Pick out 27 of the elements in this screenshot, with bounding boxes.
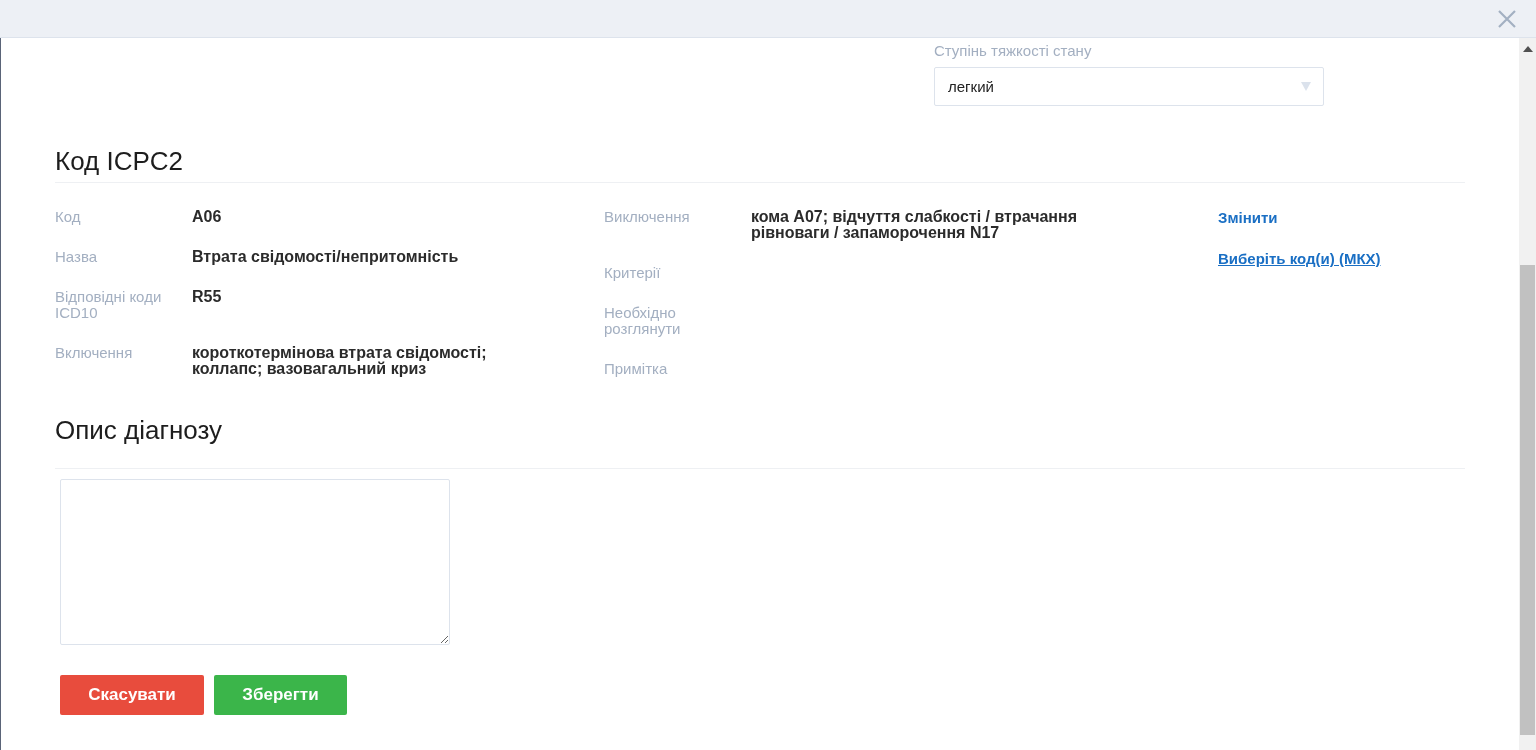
field-label: Включення — [55, 345, 134, 363]
field-label: Відповідні коди ICD10 — [55, 289, 163, 321]
section-heading: Опис діагнозу — [55, 415, 1465, 469]
field-label: Критерії — [604, 265, 662, 281]
link[interactable]: Виберіть код(и) (МКХ) — [1218, 250, 1381, 267]
section-heading: Код ICPC2 — [55, 146, 1465, 183]
caret-icon — [1301, 82, 1311, 91]
field-value: R55 — [192, 289, 223, 307]
field-value: Втрата свідомості/непритомність — [192, 249, 460, 265]
cancel-button[interactable]: Скасувати — [60, 675, 204, 715]
field-label: Необхідно розглянути — [604, 305, 682, 337]
link[interactable]: Змінити — [1218, 209, 1278, 226]
field-label: Виключення — [604, 209, 691, 227]
save-button[interactable]: Зберегти — [214, 675, 347, 715]
field-value: A06 — [192, 209, 223, 225]
description-textarea[interactable] — [60, 479, 450, 645]
field-label: Код — [55, 209, 82, 225]
scrollbar-thumb[interactable] — [1520, 265, 1535, 735]
field-value: короткотермінова втрата свідомості; коллапс; вазовагальний криз — [192, 345, 488, 377]
field-label: Примітка — [604, 361, 669, 377]
severity-dropdown[interactable]: легкий — [934, 67, 1324, 106]
close-icon[interactable] — [1497, 8, 1517, 29]
field-label: Назва — [55, 249, 99, 265]
scroll-up-arrow-icon[interactable] — [1523, 46, 1533, 52]
field-value: кома A07; відчуття слабкості / втрачання рівноваги / запаморочення N17 — [751, 209, 1079, 241]
scrollbar[interactable] — [1519, 38, 1536, 750]
field-label: Ступінь тяжкості стану — [934, 42, 1093, 60]
